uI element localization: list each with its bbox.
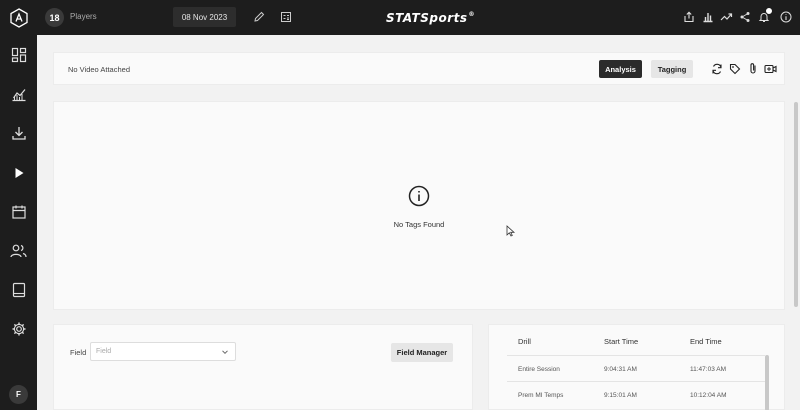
top-bar: 18 Players 08 Nov 2023 STATSports ®	[0, 0, 800, 35]
field-select[interactable]: Field	[90, 342, 236, 361]
notification-dot	[765, 7, 773, 15]
users-icon[interactable]	[8, 240, 29, 261]
video-toolbar: No Video Attached Analysis Tagging	[53, 52, 785, 85]
analysis-button[interactable]: Analysis	[599, 60, 642, 78]
app-logo[interactable]	[0, 0, 37, 35]
drill-table-scrollbar[interactable]	[765, 355, 769, 410]
empty-state-message: No Tags Found	[393, 220, 445, 229]
field-select-placeholder: Field	[96, 348, 112, 355]
logo-registered-mark: ®	[468, 11, 475, 18]
tags-panel: No Tags Found	[53, 101, 785, 310]
settings-icon[interactable]	[8, 318, 29, 339]
paperclip-icon[interactable]	[746, 62, 759, 75]
field-manager-button[interactable]: Field Manager	[391, 343, 453, 362]
download-icon[interactable]	[8, 122, 29, 143]
start-time-cell: 9:04:31 AM	[604, 366, 637, 373]
refresh-icon[interactable]	[710, 62, 723, 75]
field-label: Field	[70, 348, 87, 357]
logo-text: STATSports	[386, 10, 468, 25]
tag-icon[interactable]	[728, 62, 741, 75]
empty-state-info-icon	[408, 185, 430, 207]
chevron-down-icon	[222, 350, 228, 355]
calculator-icon[interactable]	[278, 9, 294, 25]
bar-chart-icon[interactable]	[700, 9, 716, 25]
sidebar: F	[0, 35, 37, 410]
app-logo-icon	[9, 7, 28, 28]
end-time-cell: 10:12:04 AM	[690, 392, 727, 399]
play-icon[interactable]	[8, 162, 29, 183]
players-label[interactable]: Players	[70, 12, 97, 21]
info-icon[interactable]	[778, 9, 794, 25]
export-icon[interactable]	[681, 9, 697, 25]
start-time-cell: 9:15:01 AM	[604, 392, 637, 399]
mouse-cursor-icon	[506, 225, 516, 237]
tagging-button[interactable]: Tagging	[651, 60, 693, 78]
share-icon[interactable]	[737, 9, 753, 25]
session-date-picker[interactable]: 08 Nov 2023	[173, 7, 236, 27]
dashboard-icon[interactable]	[8, 44, 29, 65]
user-avatar[interactable]: F	[9, 385, 28, 404]
drill-name-cell: Entire Session	[518, 366, 560, 373]
drill-name-cell: Prem MI Temps	[518, 392, 564, 399]
drill-table: Drill Start Time End Time Entire Session…	[488, 324, 785, 410]
tablet-icon[interactable]	[8, 279, 29, 300]
end-time-cell: 11:47:03 AM	[690, 366, 727, 373]
field-panel: Field Field Field Manager	[53, 324, 473, 410]
statsports-logo: STATSports ®	[386, 9, 475, 26]
table-row[interactable]: Entire Session 9:04:31 AM 11:47:03 AM	[507, 355, 765, 381]
analytics-icon[interactable]	[8, 83, 29, 104]
trend-icon[interactable]	[718, 9, 734, 25]
column-header-end-time[interactable]: End Time	[690, 337, 722, 346]
column-header-start-time[interactable]: Start Time	[604, 337, 638, 346]
players-count-badge[interactable]: 18	[45, 8, 64, 27]
video-camera-icon[interactable]	[764, 62, 777, 75]
page-scrollbar[interactable]	[794, 102, 798, 307]
column-header-drill[interactable]: Drill	[518, 337, 531, 346]
video-status-text: No Video Attached	[68, 65, 130, 74]
calendar-icon[interactable]	[8, 201, 29, 222]
table-row[interactable]: Prem MI Temps 9:15:01 AM 10:12:04 AM	[507, 381, 765, 407]
edit-icon[interactable]	[251, 9, 267, 25]
